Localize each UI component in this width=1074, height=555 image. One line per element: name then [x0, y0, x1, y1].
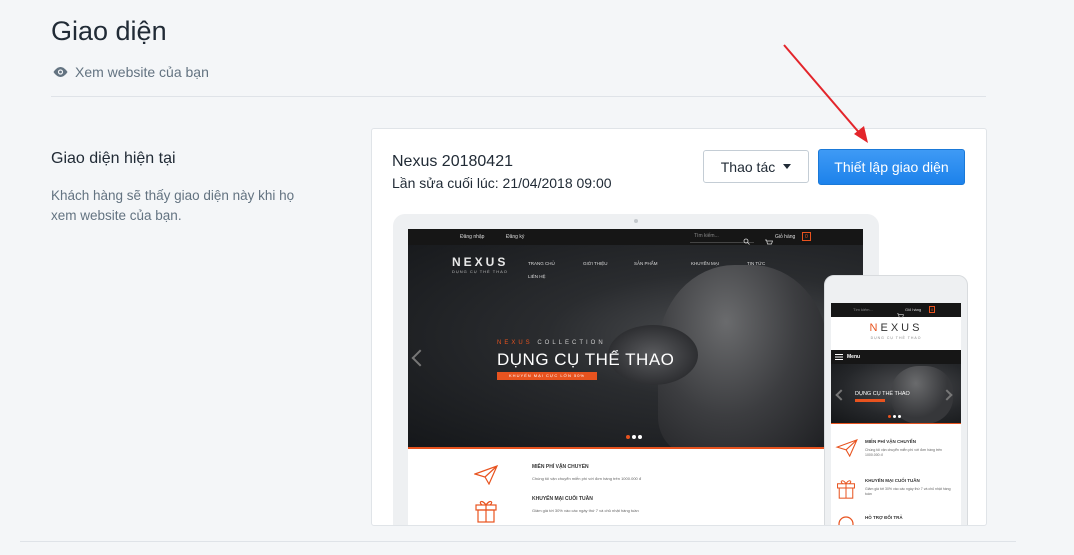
preview-cart-count: 0: [805, 234, 808, 240]
preview-cart-count-box: 0: [802, 232, 811, 241]
mobile-logo-rest: EXUS: [880, 322, 923, 334]
footer-divider: [20, 541, 1016, 542]
preview-nav-item: SẢN PHẨM: [634, 261, 658, 266]
preview-topbar: Đăng nhập Đăng ký Tìm kiếm... Giỏ hàng 0: [408, 229, 863, 245]
slider-dot: [632, 435, 636, 439]
slider-dot: [638, 435, 642, 439]
mobile-menu-bar: Menu: [831, 350, 961, 364]
slider-prev-icon: [411, 349, 429, 367]
preview-search-placeholder: Tìm kiếm...: [694, 233, 719, 239]
actions-label: Thao tác: [720, 158, 776, 175]
preview-accent-line: [408, 447, 863, 449]
preview-nav-item: TRANG CHỦ: [528, 261, 555, 266]
mobile-hero-banner: DỤNG CỤ THỂ THAO: [831, 364, 961, 423]
section-title: Giao diện hiện tại: [51, 150, 176, 167]
caret-down-icon: [783, 164, 792, 169]
preview-promo-badge: KHUYẾN MẠI CỰC LỚN 50%: [497, 372, 597, 380]
theme-last-edited: Lần sửa cuối lúc: 21/04/2018 09:00: [392, 175, 612, 191]
page-title: Giao diện: [51, 16, 167, 46]
preview-nav-item: LIÊN HỆ: [528, 274, 546, 279]
preview-feature-text: Giảm giá tới 30% vào các ngày thứ 7 và c…: [532, 508, 639, 513]
mobile-topbar: Tìm kiếm... Giỏ hàng 0: [831, 303, 961, 318]
preview-nav-item: TIN TỨC: [747, 261, 766, 266]
paper-plane-icon: [473, 464, 499, 490]
mobile-feature-title: MIỄN PHÍ VẬN CHUYỂN: [865, 439, 917, 444]
preview-search: Tìm kiếm...: [690, 232, 754, 245]
mobile-headline: DỤNG CỤ THỂ THAO: [855, 391, 910, 397]
gift-icon: [474, 497, 498, 525]
mobile-feature-title: KHUYẾN MẠI CUỐI TUẦN: [865, 478, 920, 483]
preview-login: Đăng nhập: [460, 234, 485, 240]
mobile-preview-frame: Tìm kiếm... Giỏ hàng 0 NEXUS DỤNG CỤ THỂ…: [824, 275, 968, 525]
slider-dot: [893, 415, 896, 418]
preview-feature-text: Chúng tôi vận chuyển miễn phí với đơn hà…: [532, 476, 642, 481]
preview-cart: Giỏ hàng: [775, 234, 796, 240]
preview-feature-title: MIỄN PHÍ VẬN CHUYỂN: [532, 464, 589, 470]
setup-theme-button[interactable]: Thiết lập giao diện: [818, 149, 965, 185]
preview-collection-label: NEXUS COLLECTION: [497, 340, 606, 346]
preview-logo: NEXUS: [452, 255, 509, 269]
preview-nav-item: KHUYẾN MẠI: [691, 261, 720, 266]
preview-feature-title: KHUYẾN MẠI CUỐI TUẦN: [532, 496, 593, 502]
mobile-feature-text: Giảm giá tới 30% vào các ngày thứ 7 và c…: [865, 487, 951, 496]
mobile-preview-screen: Tìm kiếm... Giỏ hàng 0 NEXUS DỤNG CỤ THỂ…: [831, 303, 961, 525]
mobile-promo-bar: [855, 399, 885, 402]
section-description: Khách hàng sẽ thấy giao diện này khi họ …: [51, 188, 295, 223]
mobile-logo-sub: DỤNG CỤ THỂ THAO: [870, 336, 922, 340]
mobile-feature-text: Chúng tôi vận chuyển miễn phí với đơn hà…: [865, 448, 942, 457]
preview-hero-banner: NEXUS DỤNG CỤ THỂ THAO TRANG CHỦ GIỚI TH…: [408, 245, 863, 447]
mobile-search-placeholder: Tìm kiếm...: [853, 307, 873, 312]
slider-prev-icon: [835, 389, 847, 401]
view-website-label: Xem website của bạn: [75, 64, 209, 80]
preview-logo-sub: DỤNG CỤ THỂ THAO: [452, 269, 508, 274]
view-website-link[interactable]: Xem website của bạn: [52, 64, 209, 80]
mobile-feature-title: HỖ TRỢ ĐỔI TRẢ: [865, 515, 903, 520]
preview-nav-item: GIỚI THIỆU: [583, 261, 608, 266]
preview-register: Đăng ký: [506, 234, 525, 240]
mobile-slider-dots: [888, 415, 901, 418]
hamburger-icon: [835, 354, 843, 362]
slider-dot: [888, 415, 891, 418]
current-theme-card: Nexus 20180421 Lần sửa cuối lúc: 21/04/2…: [371, 128, 987, 526]
theme-name: Nexus 20180421: [392, 153, 513, 170]
desktop-preview-frame: Đăng nhập Đăng ký Tìm kiếm... Giỏ hàng 0: [393, 214, 879, 525]
mobile-logo: NEXUS: [831, 322, 961, 334]
mobile-menu-label: Menu: [847, 354, 861, 360]
gift-icon: [835, 477, 857, 504]
collection-word: COLLECTION: [537, 340, 606, 346]
actions-dropdown-button[interactable]: Thao tác: [703, 150, 809, 183]
slider-dots: [626, 435, 642, 439]
desktop-preview-screen: Đăng nhập Đăng ký Tìm kiếm... Giỏ hàng 0: [408, 229, 863, 525]
mobile-cart-count: 0: [929, 306, 936, 313]
preview-headline: DỤNG CỤ THỂ THAO: [497, 350, 675, 369]
slider-dot: [898, 415, 901, 418]
collection-brand: NEXUS: [497, 340, 533, 346]
return-icon: [837, 515, 855, 525]
annotation-arrow-icon: [783, 44, 868, 143]
mobile-logo-first: N: [869, 322, 881, 334]
eye-icon: [52, 66, 69, 78]
paper-plane-icon: [835, 438, 859, 462]
mobile-cart: Giỏ hàng: [905, 307, 922, 312]
slider-dot: [626, 435, 630, 439]
mobile-accent-line: [831, 423, 961, 424]
camera-dot: [634, 219, 638, 223]
